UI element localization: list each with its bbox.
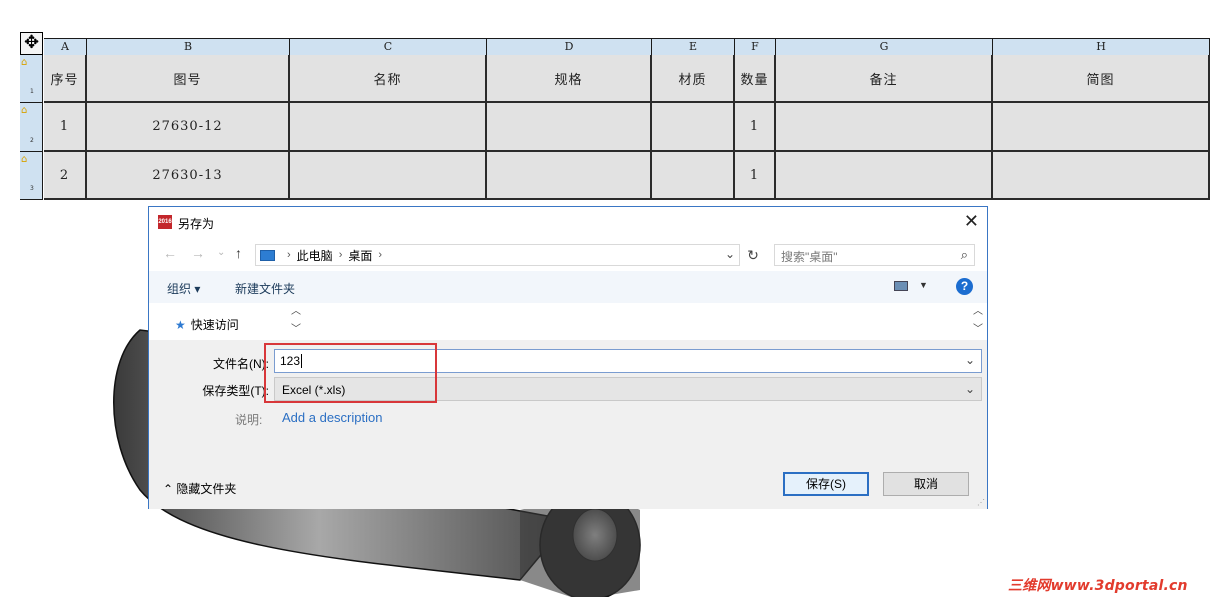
header-cell-drawing-no[interactable]: 图号 — [87, 55, 290, 103]
row-header-2[interactable]: ⌂ 2 — [20, 103, 43, 152]
table-cell[interactable] — [652, 152, 735, 200]
cancel-button[interactable]: 取消 — [883, 472, 969, 496]
table-cell[interactable] — [290, 103, 487, 152]
table-cell[interactable] — [487, 152, 652, 200]
watermark: 三维网www.3dportal.cn — [1008, 578, 1188, 594]
table-cell[interactable]: 27630-13 — [87, 152, 290, 200]
header-cell-remark[interactable]: 备注 — [776, 55, 993, 103]
header-cell-index[interactable]: 序号 — [44, 55, 87, 103]
table-cell[interactable] — [290, 152, 487, 200]
computer-icon — [260, 249, 275, 261]
header-cell-material[interactable]: 材质 — [652, 55, 735, 103]
refresh-icon[interactable]: ↻ — [743, 244, 763, 266]
column-header-b[interactable]: B — [87, 38, 290, 55]
table-cell[interactable] — [993, 152, 1210, 200]
column-header-g[interactable]: G — [776, 38, 993, 55]
view-dropdown-icon[interactable]: ▼ — [919, 280, 928, 290]
quick-access-item[interactable]: ★ 快速访问 — [175, 316, 239, 333]
help-icon[interactable]: ? — [956, 278, 973, 295]
app-icon: 2016 — [158, 215, 172, 229]
close-icon[interactable]: ✕ — [964, 211, 979, 231]
lock-icon: ⌂ — [21, 154, 28, 165]
column-header-e[interactable]: E — [652, 38, 735, 55]
table-cell[interactable]: 27630-12 — [87, 103, 290, 152]
filetype-label: 保存类型(T): — [202, 384, 269, 398]
row-header-1[interactable]: ⌂ 1 — [20, 55, 43, 103]
column-header-c[interactable]: C — [290, 38, 487, 55]
add-description-link[interactable]: Add a description — [282, 410, 382, 425]
filename-label: 文件名(N): — [213, 357, 269, 371]
table-cell[interactable] — [776, 103, 993, 152]
chevron-down-icon[interactable]: ⌄ — [965, 353, 975, 367]
header-cell-spec[interactable]: 规格 — [487, 55, 652, 103]
chevron-down-icon[interactable]: ⌄ — [965, 382, 975, 396]
bom-table: ✥ ◀◀◀ A B C D E F G H ⌂ 1 ⌂ 2 ⌂ 3 序号 图号 … — [20, 32, 1210, 200]
chevron-down-icon[interactable]: ⌄ — [725, 247, 735, 261]
move-table-icon[interactable]: ✥ — [20, 32, 43, 55]
table-cell[interactable]: 1 — [735, 103, 776, 152]
dialog-toolbar: 组织 ▾ 新建文件夹 ▼ ? — [149, 271, 987, 303]
new-folder-button[interactable]: 新建文件夹 — [235, 280, 295, 297]
recent-locations-icon[interactable]: ⌄ — [217, 247, 225, 258]
table-cell[interactable] — [652, 103, 735, 152]
resize-grip-icon[interactable]: ⋰ — [977, 498, 985, 507]
scroll-up-icon[interactable]: ︿ — [291, 306, 301, 318]
highlight-box — [264, 343, 437, 403]
organize-button[interactable]: 组织 ▾ — [167, 280, 200, 297]
view-options-icon[interactable] — [894, 281, 908, 291]
up-arrow-icon[interactable]: ↑ — [235, 245, 242, 261]
header-cell-sketch[interactable]: 简图 — [993, 55, 1210, 103]
navigation-pane: ★ 快速访问 ︿ ﹀ ︿ ﹀ — [149, 304, 987, 340]
pin-star-icon: ★ — [175, 318, 186, 332]
table-cell[interactable] — [776, 152, 993, 200]
breadcrumb-desktop[interactable]: 桌面 — [348, 247, 372, 264]
table-cell[interactable]: 1 — [735, 152, 776, 200]
table-cell[interactable]: 2 — [44, 152, 87, 200]
dialog-title: 另存为 — [178, 217, 215, 231]
back-arrow-icon[interactable]: ← — [163, 245, 177, 261]
search-input[interactable]: 搜索"桌面" ⌕ — [774, 244, 975, 266]
column-header-d[interactable]: D — [487, 38, 652, 55]
search-icon: ⌕ — [960, 247, 968, 262]
lock-icon: ⌂ — [21, 105, 28, 116]
lock-icon: ⌂ — [21, 57, 28, 68]
description-label: 说明: — [235, 413, 263, 427]
table-cell[interactable] — [993, 103, 1210, 152]
scroll-down-icon[interactable]: ﹀ — [291, 324, 301, 336]
column-header-h[interactable]: H — [993, 38, 1210, 55]
column-header-f[interactable]: F — [735, 38, 776, 55]
breadcrumb-this-pc[interactable]: 此电脑 — [297, 247, 333, 264]
navigation-bar: ← → ⌄ ↑ › 此电脑 › 桌面 › ⌄ ↻ 搜索"桌面" ⌕ — [149, 241, 987, 267]
hide-folders-button[interactable]: ⌃ 隐藏文件夹 — [163, 480, 236, 497]
table-cell[interactable] — [487, 103, 652, 152]
address-bar[interactable]: › 此电脑 › 桌面 › ⌄ — [255, 244, 740, 266]
chevron-up-icon: ⌃ — [163, 482, 174, 496]
scroll-up-icon[interactable]: ︿ — [973, 306, 983, 318]
forward-arrow-icon[interactable]: → — [191, 245, 205, 261]
column-header-a[interactable]: A — [44, 38, 87, 55]
header-cell-qty[interactable]: 数量 — [735, 55, 776, 103]
save-button[interactable]: 保存(S) — [783, 472, 869, 496]
table-cell[interactable]: 1 — [44, 103, 87, 152]
row-header-3[interactable]: ⌂ 3 — [20, 152, 43, 200]
dialog-titlebar[interactable]: 2016 另存为 ✕ — [149, 207, 987, 237]
scroll-down-icon[interactable]: ﹀ — [973, 324, 983, 336]
header-cell-name[interactable]: 名称 — [290, 55, 487, 103]
